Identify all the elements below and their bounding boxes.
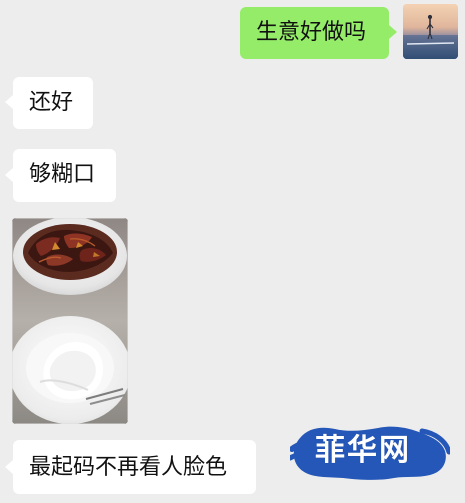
message-text-incoming-2: 够糊口 [29,162,96,187]
message-row-incoming-2: 够糊口 [0,144,465,208]
message-tail-incoming-1 [5,95,13,109]
message-row-incoming-1: 还好 [0,70,465,134]
watermark-text: 菲华网 [315,433,411,468]
message-bubble-incoming-1[interactable]: 还好 [13,77,93,129]
message-tail-incoming-2 [5,168,13,182]
avatar-icon [403,4,458,59]
food-photo[interactable] [12,218,128,424]
chat-window: 生意好做吗 还好 够糊口 最起码不再看人脸色 菲华网 [0,0,465,503]
watermark-logo: 菲华网 [290,424,450,482]
message-text-incoming-3: 最起码不再看人脸色 [29,455,228,480]
avatar[interactable] [403,4,458,59]
message-bubble-incoming-2[interactable]: 够糊口 [13,149,116,202]
message-row-outgoing: 生意好做吗 [0,0,465,64]
message-bubble-incoming-3[interactable]: 最起码不再看人脸色 [13,440,256,494]
message-tail-outgoing [389,25,397,39]
message-text-incoming-1: 还好 [29,90,74,115]
food-photo-image [12,218,128,424]
message-bubble-outgoing[interactable]: 生意好做吗 [240,7,389,59]
message-text-outgoing: 生意好做吗 [256,20,367,45]
message-tail-incoming-3 [5,460,13,474]
